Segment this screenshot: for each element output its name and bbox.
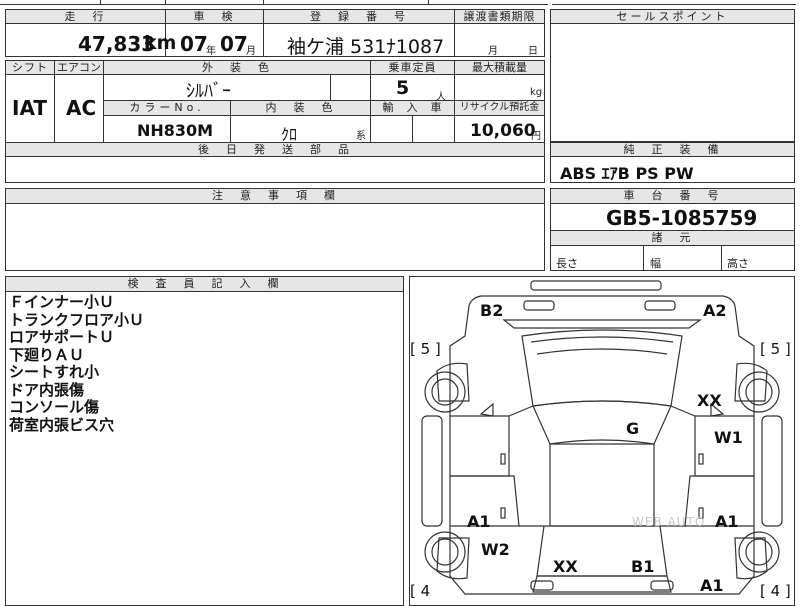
ac-value: AC (66, 96, 97, 120)
interior-color-header: 内 装 色 (230, 100, 371, 116)
shift-value: IAT (12, 96, 48, 120)
color-no-header: カラーNo. (103, 100, 231, 116)
inspector-notes: Ｆインナー小Ｕ トランクフロア小Ｕ ロアサポートＵ 下廻りＡＵ シートすれ小 ド… (9, 293, 399, 434)
sales-point-panel (550, 9, 795, 142)
recycle-unit: 円 (531, 131, 541, 142)
mark-a1-left: A1 (467, 512, 491, 531)
registration-value: 袖ケ浦 531ﾅ1087 (287, 36, 445, 58)
exterior-color-header: 外 装 色 (103, 60, 371, 75)
later-parts-header: 後 日 発 送 部 品 (5, 142, 545, 157)
mark-a1-right: A1 (715, 512, 739, 531)
height-label: 高さ (727, 257, 749, 270)
max-load-header: 最大積載量 (454, 60, 545, 75)
recycle-value: 10,060 (470, 121, 536, 141)
capacity-header: 乗車定員 (370, 60, 455, 75)
mark-b1: B1 (631, 557, 655, 576)
recycle-header: リサイクル預託金 (454, 100, 545, 116)
color-no-value: NH830M (137, 121, 214, 140)
equipment-header: 純 正 装 備 (550, 142, 795, 157)
mileage-header: 走 行 (5, 9, 166, 24)
inspector-header: 検 査 員 記 入 欄 (5, 276, 404, 292)
mark-xx-bottom: XX (553, 557, 578, 576)
mark-a2: A2 (703, 301, 727, 320)
mark-a1-bottom: A1 (700, 576, 724, 595)
transfer-day-unit: 日 (528, 46, 538, 57)
transfer-month-unit: 月 (488, 46, 498, 57)
chassis-number-header: 車 台 番 号 (550, 188, 795, 204)
top-cropped-row (0, 0, 800, 5)
watermark: WEB AUTO (632, 515, 706, 529)
max-load-unit: kg (530, 87, 543, 98)
tire-rear-left-label: [ 4 (410, 582, 431, 600)
note-line: 荷室内張ビス穴 (9, 415, 115, 434)
note-line: トランクフロア小Ｕ (9, 310, 145, 329)
tire-front-left-label: [ 5 ] (410, 340, 441, 358)
ac-header: エアコン (54, 60, 104, 75)
width-label: 幅 (650, 257, 661, 270)
equipment-value: ABS ｴｱB PS PW (560, 164, 694, 183)
import-header: 輸 入 車 (370, 100, 455, 116)
tire-rear-right-label: [ 4 ] (760, 582, 791, 600)
mark-w1: W1 (714, 428, 743, 447)
sales-point-header: セールスポイント (550, 9, 795, 24)
shift-header: シフト (5, 60, 55, 75)
note-line: ドア内張傷 (9, 380, 85, 399)
length-label: 長さ (556, 257, 578, 270)
mark-xx-top: XX (697, 391, 722, 410)
mark-g: G (626, 419, 640, 438)
note-line: シートすれ小 (9, 363, 100, 381)
inspection-year-unit: 年 (206, 46, 216, 57)
mileage-unit: km (144, 32, 177, 54)
mark-b2: B2 (480, 301, 504, 320)
chassis-number-value: GB5-1085759 (606, 206, 758, 230)
note-line: ロアサポートＵ (9, 328, 115, 346)
capacity-value: 5 (396, 77, 410, 99)
tire-front-right-label: [ 5 ] (760, 340, 791, 358)
note-line: コンソール傷 (9, 398, 100, 416)
inspection-month: 07 (220, 32, 248, 56)
caution-header: 注 意 事 項 欄 (5, 188, 545, 204)
inspection-year: 07 (180, 32, 208, 56)
transfer-docs-header: 譲渡書類期限 (454, 9, 545, 24)
inspection-header: 車 検 (165, 9, 264, 24)
note-line: 下廻りＡＵ (9, 345, 85, 364)
interior-color-suffix: 系 (356, 131, 366, 142)
registration-header: 登 録 番 号 (263, 9, 455, 24)
inspection-month-unit: 月 (246, 46, 256, 57)
note-line: Ｆインナー小Ｕ (9, 293, 115, 311)
mark-w2: W2 (481, 540, 510, 559)
specs-header: 諸 元 (550, 230, 795, 246)
